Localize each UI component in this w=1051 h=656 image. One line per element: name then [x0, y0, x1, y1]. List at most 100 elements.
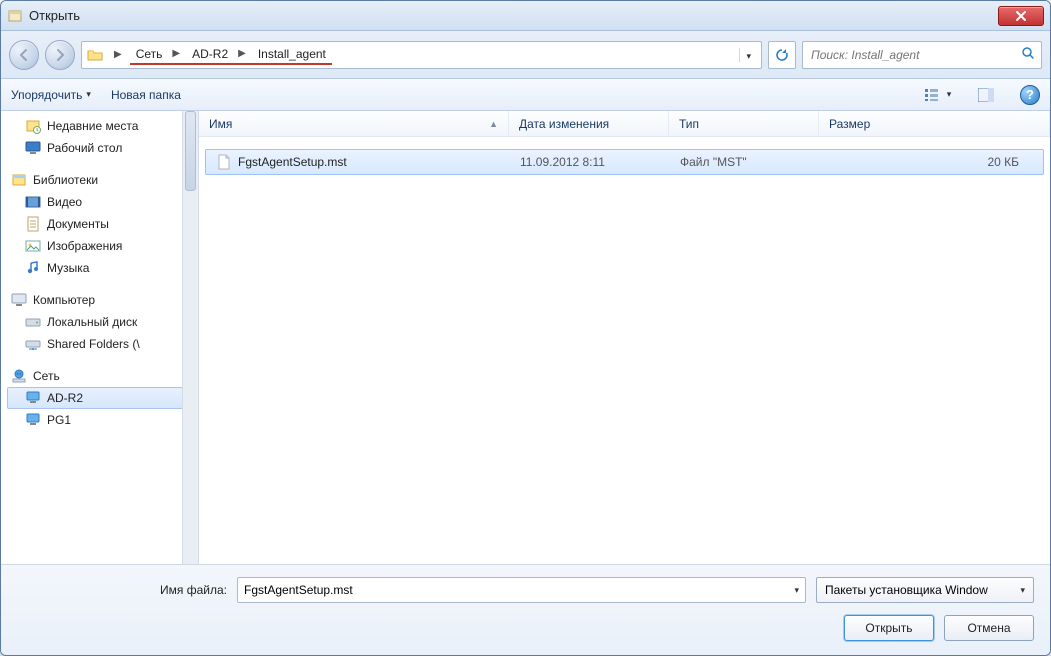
navigation-tree: Недавние места Рабочий стол Библиотеки Виде… [1, 111, 199, 564]
tree-item-label: Рабочий стол [47, 141, 122, 155]
computer-icon [11, 292, 27, 308]
help-button[interactable]: ? [1020, 85, 1040, 105]
tree-item[interactable]: Изображения [7, 235, 183, 257]
navigation-bar: ▶ Сеть▶ AD-R2▶ Install_agent ▾ [1, 31, 1050, 79]
desktop-icon [25, 140, 41, 156]
sidebar-scrollbar[interactable] [182, 111, 198, 564]
tree-item-label: Изображения [47, 239, 122, 253]
file-icon [216, 154, 232, 170]
tree-group-computer[interactable]: Компьютер [7, 289, 183, 311]
filename-label: Имя файла: [17, 583, 227, 597]
column-headers: Имя▲ Дата изменения Тип Размер [199, 111, 1050, 137]
tree-group-libraries[interactable]: Библиотеки [7, 169, 183, 191]
tree-item[interactable]: Локальный диск [7, 311, 183, 333]
file-type-filter[interactable]: Пакеты установщика Window ▾ [816, 577, 1034, 603]
tree-group-label: Компьютер [33, 293, 95, 307]
file-date: 11.09.2012 8:11 [510, 155, 670, 169]
column-size[interactable]: Размер [819, 111, 1050, 136]
chevron-right-icon: ▶ [114, 49, 122, 60]
tree-item[interactable]: Музыка [7, 257, 183, 279]
video-icon [25, 194, 41, 210]
column-type[interactable]: Тип [669, 111, 819, 136]
pc-icon [25, 390, 41, 406]
folder-icon [86, 46, 104, 64]
tree-item[interactable]: Документы [7, 213, 183, 235]
file-list[interactable]: FgstAgentSetup.mst 11.09.2012 8:11Файл "M… [199, 137, 1050, 564]
column-date[interactable]: Дата изменения [509, 111, 669, 136]
libraries-icon [11, 172, 27, 188]
pc-icon [25, 412, 41, 428]
chevron-down-icon: ▾ [1020, 585, 1025, 596]
dialog-body: Недавние места Рабочий стол Библиотеки Виде… [1, 111, 1050, 564]
address-history-dropdown[interactable]: ▾ [739, 48, 757, 62]
chevron-down-icon: ▾ [947, 89, 952, 100]
annotation-underline [130, 63, 332, 65]
tree-item-label: AD-R2 [47, 391, 83, 405]
tree-item[interactable]: Shared Folders (\ [7, 333, 183, 355]
file-row[interactable]: FgstAgentSetup.mst 11.09.2012 8:11Файл "M… [205, 149, 1044, 175]
sort-indicator-icon: ▲ [489, 119, 498, 129]
column-name[interactable]: Имя▲ [199, 111, 509, 136]
filter-label: Пакеты установщика Window [825, 583, 988, 597]
tree-item-label: Shared Folders (\ [47, 337, 140, 351]
new-folder-button[interactable]: Новая папка [111, 88, 181, 102]
chevron-right-icon: ▶ [238, 48, 246, 59]
forward-button[interactable] [45, 40, 75, 70]
network-icon [11, 368, 27, 384]
tree-item[interactable]: Недавние места [7, 115, 183, 137]
music-icon [25, 260, 41, 276]
breadcrumb-folder[interactable]: Install_agent [252, 45, 332, 63]
tree-item-label: PG1 [47, 413, 71, 427]
chevron-down-icon: ▾ [86, 89, 91, 100]
address-bar[interactable]: ▶ Сеть▶ AD-R2▶ Install_agent ▾ [81, 41, 762, 69]
refresh-button[interactable] [768, 41, 796, 69]
cancel-button[interactable]: Отмена [944, 615, 1034, 641]
tree-item-label: Музыка [47, 261, 89, 275]
tree-item[interactable]: Видео [7, 191, 183, 213]
tree-item[interactable]: PG1 [7, 409, 183, 431]
file-name: FgstAgentSetup.mst [238, 155, 347, 169]
breadcrumb-sep-0[interactable]: ▶ [108, 47, 128, 62]
back-button[interactable] [9, 40, 39, 70]
file-list-area: Имя▲ Дата изменения Тип Размер FgstAgent… [199, 111, 1050, 564]
breadcrumb-network[interactable]: Сеть▶ [130, 45, 186, 63]
image-icon [25, 238, 41, 254]
breadcrumb-underlined: Сеть▶ AD-R2▶ Install_agent [130, 45, 332, 65]
search-box[interactable] [802, 41, 1042, 69]
bottom-panel: Имя файла: FgstAgentSetup.mst ▾ Пакеты у… [1, 564, 1050, 655]
tree-group-label: Сеть [33, 369, 60, 383]
open-button[interactable]: Открыть [844, 615, 934, 641]
tree-item-label: Видео [47, 195, 82, 209]
breadcrumb-host[interactable]: AD-R2▶ [186, 45, 252, 63]
preview-pane-button[interactable] [972, 84, 1000, 106]
tree-item-label: Локальный диск [47, 315, 137, 329]
scrollbar-thumb[interactable] [185, 111, 196, 191]
search-input[interactable] [809, 47, 1021, 63]
tree-item-label: Документы [47, 217, 109, 231]
netdrive-icon [25, 336, 41, 352]
tree-group-network[interactable]: Сеть [7, 365, 183, 387]
chevron-right-icon: ▶ [172, 48, 180, 59]
view-options-button[interactable]: ▾ [924, 84, 952, 106]
tree-item[interactable]: Рабочий стол [7, 137, 183, 159]
search-icon [1021, 46, 1035, 63]
tree-group-label: Библиотеки [33, 173, 98, 187]
file-type: Файл "MST" [670, 155, 820, 169]
chevron-down-icon: ▾ [794, 585, 799, 596]
file-size: 20 КБ [820, 155, 1043, 169]
tree-item[interactable]: AD-R2 [7, 387, 183, 409]
command-toolbar: Упорядочить▾ Новая папка ▾ ? [1, 79, 1050, 111]
open-dialog-window: Открыть ▶ Сеть▶ AD-R2▶ Install_agent ▾ [0, 0, 1051, 656]
chevron-down-icon: ▾ [746, 51, 751, 61]
window-title: Открыть [29, 8, 80, 23]
close-button[interactable] [998, 6, 1044, 26]
window-app-icon [7, 8, 23, 24]
filename-value: FgstAgentSetup.mst [244, 583, 353, 597]
filename-combobox[interactable]: FgstAgentSetup.mst ▾ [237, 577, 806, 603]
hdd-icon [25, 314, 41, 330]
recent-icon [25, 118, 41, 134]
title-bar: Открыть [1, 1, 1050, 31]
doc-icon [25, 216, 41, 232]
tree-item-label: Недавние места [47, 119, 138, 133]
organize-menu[interactable]: Упорядочить▾ [11, 88, 91, 102]
